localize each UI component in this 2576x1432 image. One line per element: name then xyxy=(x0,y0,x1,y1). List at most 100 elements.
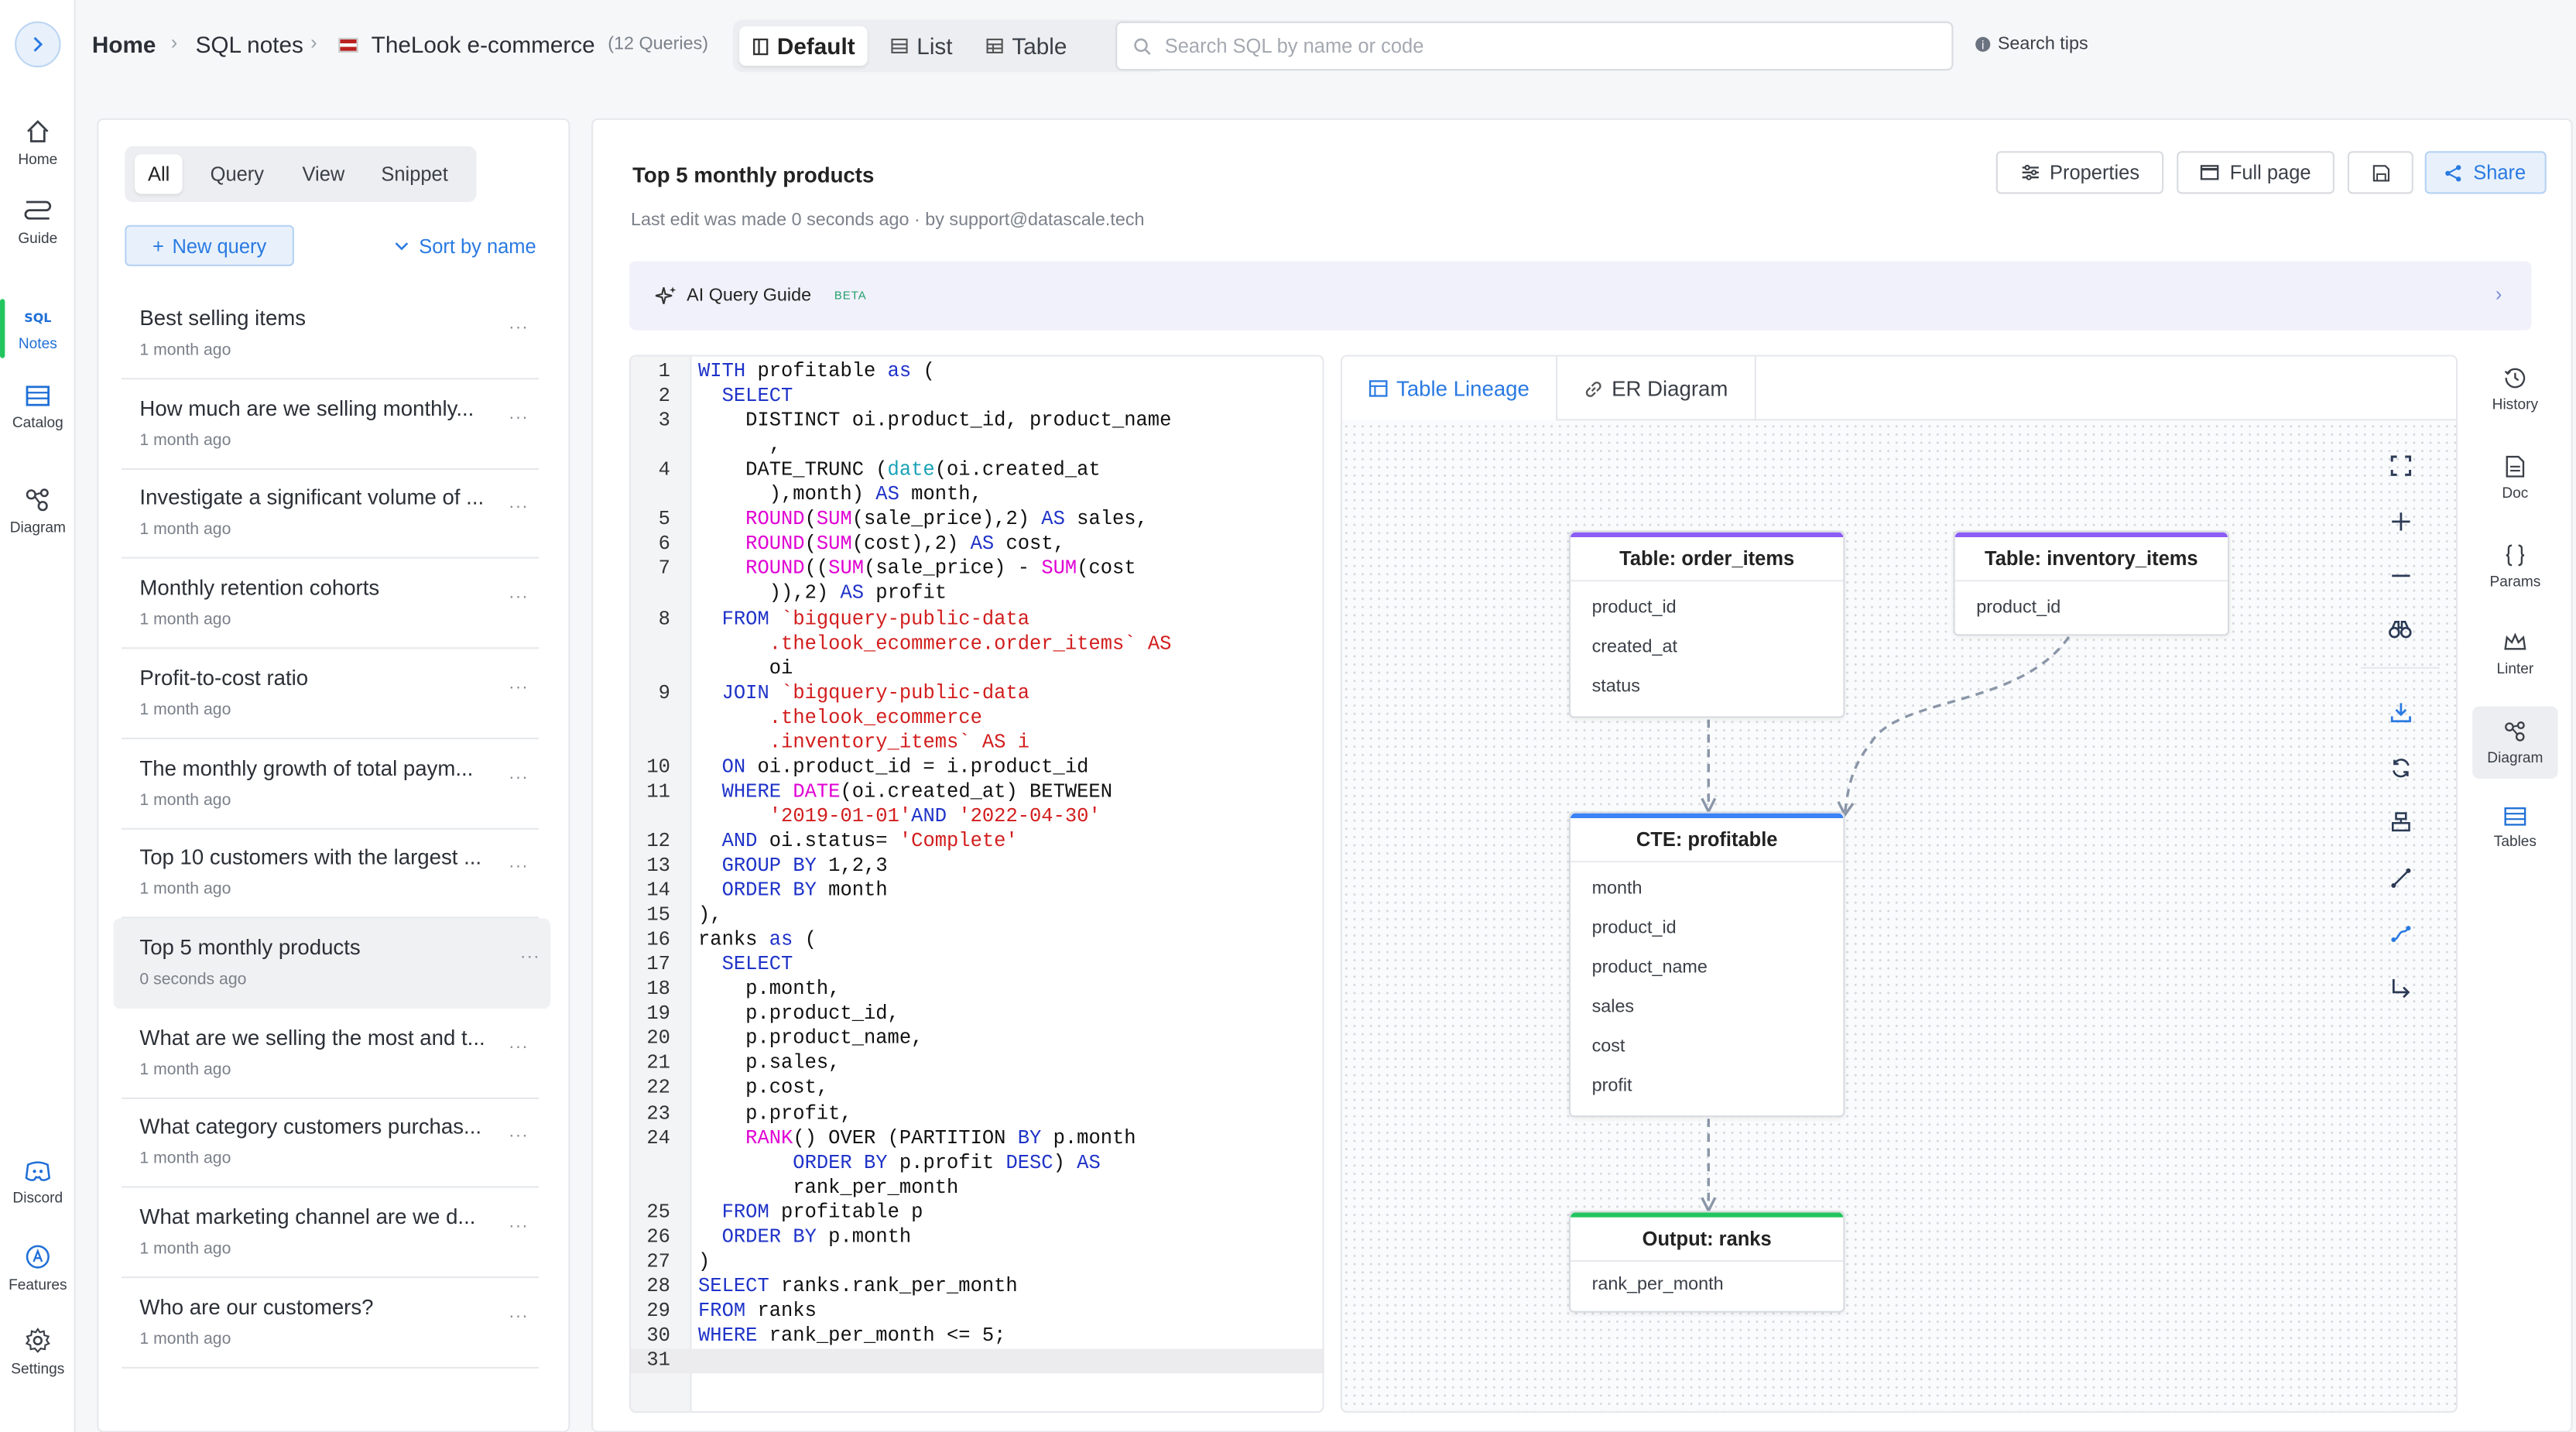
rail-item-settings[interactable]: Settings xyxy=(0,1328,76,1377)
chevron-right-icon[interactable]: › xyxy=(2496,283,2502,306)
code-line[interactable]: 5 ROUND(SUM(sale_price),2) AS sales, xyxy=(631,508,1323,533)
rail-item-catalog[interactable]: Catalog xyxy=(0,385,76,430)
code-line[interactable]: 29 FROM ranks xyxy=(631,1300,1323,1324)
code-line[interactable]: 26 ORDER BY p.month xyxy=(631,1225,1323,1250)
right-rail-params[interactable]: Params xyxy=(2472,544,2557,590)
more-options-icon[interactable]: ... xyxy=(509,584,529,603)
expand-rail-button[interactable] xyxy=(15,21,61,68)
code-line[interactable]: ORDER BY p.profit DESC) AS xyxy=(631,1151,1323,1176)
table-card-cte-profitable[interactable]: CTE: profitable month product_id product… xyxy=(1568,811,1845,1118)
list-item[interactable]: Top 10 customers with the largest ... 1 m… xyxy=(122,828,540,919)
ai-query-guide-bar[interactable]: AI Query Guide BETA › xyxy=(629,261,2532,331)
code-line[interactable]: 22 p.cost, xyxy=(631,1077,1323,1101)
layout-button[interactable] xyxy=(2374,800,2427,843)
filter-snippet[interactable]: Snippet xyxy=(368,155,461,194)
code-line[interactable]: 2 SELECT xyxy=(631,385,1323,409)
code-line[interactable]: 23 p.profit, xyxy=(631,1101,1323,1126)
find-button[interactable] xyxy=(2374,608,2427,650)
full-page-button[interactable]: Full page xyxy=(2177,151,2334,194)
code-line[interactable]: )),2) AS profit xyxy=(631,582,1323,607)
list-item[interactable]: Best selling items 1 month ago... xyxy=(122,289,540,380)
fit-view-button[interactable] xyxy=(2374,444,2427,486)
code-line[interactable]: 19 p.product_id, xyxy=(631,1002,1323,1027)
list-item[interactable]: Profit-to-cost ratio 1 month ago... xyxy=(122,649,540,739)
code-line[interactable]: , xyxy=(631,434,1323,459)
code-line[interactable]: .thelook_ecommerce xyxy=(631,706,1323,731)
code-line[interactable]: 14 ORDER BY month xyxy=(631,879,1323,904)
code-line[interactable]: 3 DISTINCT oi.product_id, product_name xyxy=(631,409,1323,434)
code-line[interactable]: 27) xyxy=(631,1250,1323,1275)
code-line[interactable]: 16 ranks as ( xyxy=(631,928,1323,953)
code-line[interactable]: 31 xyxy=(631,1348,1323,1374)
code-line[interactable]: '2019-01-01'AND '2022-04-30' xyxy=(631,805,1323,830)
rail-item-notes[interactable]: SQL Notes xyxy=(0,299,76,358)
right-rail-doc[interactable]: Doc xyxy=(2472,455,2557,501)
more-options-icon[interactable]: ... xyxy=(509,1122,529,1142)
code-line[interactable]: 15), xyxy=(631,904,1323,929)
code-line[interactable]: 21 p.sales, xyxy=(631,1052,1323,1077)
rail-item-diagram[interactable]: Diagram xyxy=(0,486,76,536)
rail-item-guide[interactable]: Guide xyxy=(0,197,76,246)
code-line[interactable]: 7 ROUND((SUM(sale_price) - SUM(cost xyxy=(631,557,1323,582)
filter-all[interactable]: All xyxy=(135,154,183,194)
rail-item-features[interactable]: Features xyxy=(0,1244,76,1293)
table-card-inventory-items[interactable]: Table: inventory_items product_id xyxy=(1953,530,2230,636)
more-options-icon[interactable]: ... xyxy=(509,313,529,333)
view-table-button[interactable]: Table xyxy=(972,26,1080,66)
list-item[interactable]: What marketing channel are we d... 1 mont… xyxy=(122,1187,540,1279)
table-card-order-items[interactable]: Table: order_items product_id created_at… xyxy=(1568,530,1845,718)
code-line[interactable]: oi xyxy=(631,656,1323,681)
list-item[interactable]: Investigate a significant volume of ... 1… xyxy=(122,469,540,560)
more-options-icon[interactable]: ... xyxy=(509,1033,529,1052)
list-item[interactable]: The monthly growth of total paym... 1 mon… xyxy=(122,738,540,829)
download-button[interactable] xyxy=(2374,690,2427,732)
share-button[interactable]: Share xyxy=(2424,151,2547,194)
code-line[interactable]: .inventory_items` AS i xyxy=(631,731,1323,755)
code-line[interactable]: 4 DATE_TRUNC (date(oi.created_at xyxy=(631,459,1323,484)
more-options-icon[interactable]: ... xyxy=(509,853,529,872)
code-line[interactable]: rank_per_month xyxy=(631,1176,1323,1201)
filter-view[interactable]: View xyxy=(289,155,358,194)
rail-item-home[interactable]: Home xyxy=(0,118,76,167)
list-item[interactable]: What category customers purchas... 1 mont… xyxy=(122,1098,540,1189)
curved-edge-button[interactable] xyxy=(2374,912,2427,954)
breadcrumb-project[interactable]: TheLook e-commerce xyxy=(372,31,595,57)
code-line[interactable]: 20 p.product_name, xyxy=(631,1027,1323,1052)
code-line[interactable]: 25 FROM profitable p xyxy=(631,1201,1323,1225)
code-line[interactable]: 12 AND oi.status= 'Complete' xyxy=(631,830,1323,855)
code-line[interactable]: 1 WITH profitable as ( xyxy=(631,360,1323,385)
step-edge-button[interactable] xyxy=(2374,966,2427,1009)
code-line[interactable]: 6 ROUND(SUM(cost),2) AS cost, xyxy=(631,533,1323,557)
straight-edge-button[interactable] xyxy=(2374,856,2427,899)
zoom-out-button[interactable] xyxy=(2374,553,2427,596)
right-rail-diagram[interactable]: Diagram xyxy=(2472,706,2558,779)
code-line[interactable]: .thelook_ecommerce.order_items` AS xyxy=(631,632,1323,656)
more-options-icon[interactable]: ... xyxy=(509,763,529,783)
more-options-icon[interactable]: ... xyxy=(509,1212,529,1232)
filter-query[interactable]: Query xyxy=(197,155,277,194)
view-list-button[interactable]: List xyxy=(877,26,965,66)
zoom-in-button[interactable] xyxy=(2374,499,2427,542)
code-line[interactable]: 18 p.month, xyxy=(631,978,1323,1002)
code-line[interactable]: 9 JOIN `bigquery-public-data xyxy=(631,681,1323,706)
query-title[interactable]: Top 5 monthly products xyxy=(632,163,874,187)
code-line[interactable]: 28 SELECT ranks.rank_per_month xyxy=(631,1275,1323,1300)
sort-dropdown[interactable]: Sort by name xyxy=(394,235,536,258)
more-options-icon[interactable]: ... xyxy=(509,494,529,513)
list-item[interactable]: How much are we selling monthly... 1 mont… xyxy=(122,379,540,470)
list-item[interactable]: Who are our customers? 1 month ago... xyxy=(122,1278,540,1369)
list-item[interactable]: What are we selling the most and t... 1 m… xyxy=(122,1008,540,1099)
new-query-button[interactable]: + New query xyxy=(125,224,294,266)
code-line[interactable]: 8 FROM `bigquery-public-data xyxy=(631,607,1323,632)
save-button[interactable] xyxy=(2347,151,2413,194)
right-rail-history[interactable]: History xyxy=(2472,366,2557,413)
code-line[interactable]: 17 SELECT xyxy=(631,953,1323,978)
more-options-icon[interactable]: ... xyxy=(509,403,529,423)
right-rail-linter[interactable]: Linter xyxy=(2472,631,2557,677)
list-item[interactable]: Top 5 monthly products 0 seconds ago... xyxy=(113,918,551,1009)
code-line[interactable]: 13 GROUP BY 1,2,3 xyxy=(631,855,1323,879)
code-line[interactable]: 11 WHERE DATE(oi.created_at) BETWEEN xyxy=(631,780,1323,805)
code-line[interactable]: 10 ON oi.product_id = i.product_id xyxy=(631,755,1323,780)
code-line[interactable]: 30 WHERE rank_per_month <= 5; xyxy=(631,1324,1323,1349)
code-line[interactable]: 24 RANK() OVER (PARTITION BY p.month xyxy=(631,1126,1323,1151)
